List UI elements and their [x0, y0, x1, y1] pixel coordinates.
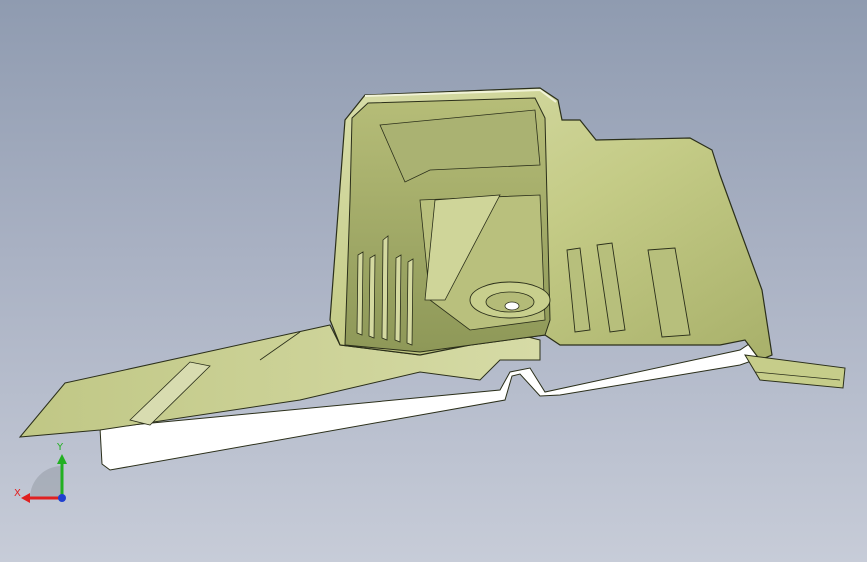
x-axis-label: X — [14, 488, 21, 499]
right-bracket-tab[interactable] — [744, 354, 846, 389]
y-axis-head — [57, 454, 67, 464]
triad-quarter-disc — [30, 466, 62, 498]
cad-model[interactable] — [0, 0, 867, 562]
coordinate-triad: X Y — [12, 440, 82, 510]
x-axis-head — [21, 493, 30, 503]
mounting-hole[interactable] — [504, 301, 520, 311]
z-axis-dot — [58, 494, 66, 502]
y-axis-label: Y — [56, 442, 64, 453]
graphics-viewport[interactable]: X Y — [0, 0, 867, 562]
